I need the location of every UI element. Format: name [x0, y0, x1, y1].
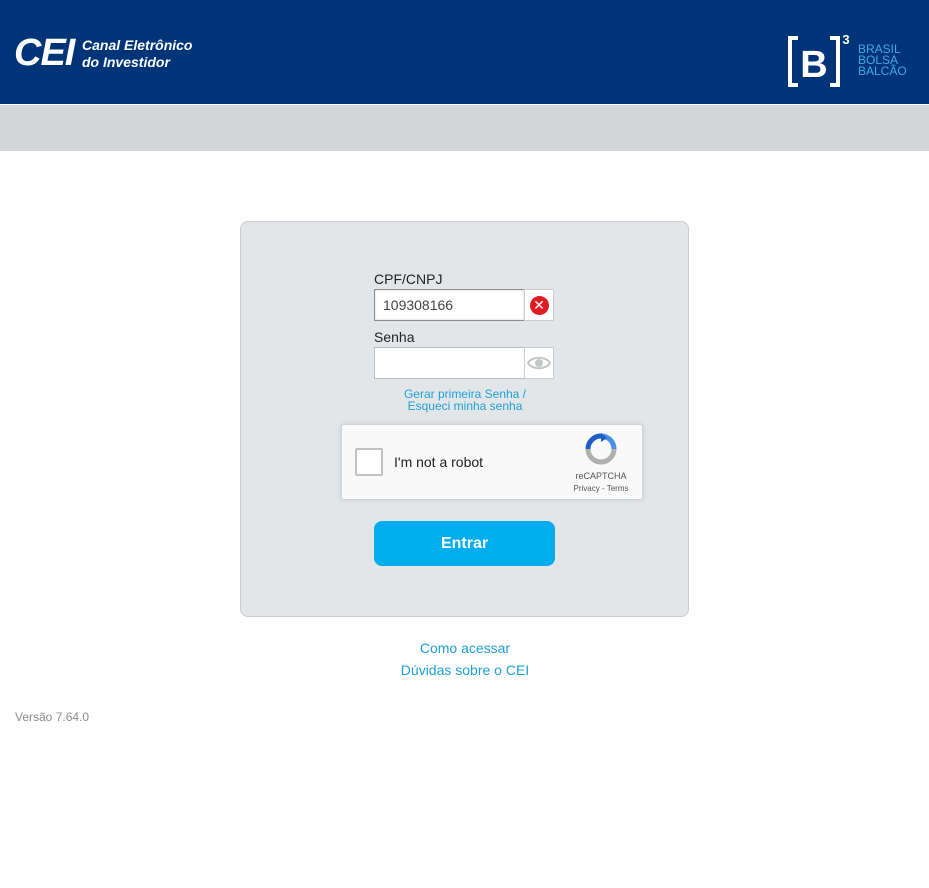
login-submit-button[interactable]: Entrar	[374, 521, 555, 566]
forgot-password-link[interactable]: Gerar primeira Senha / Esqueci minha sen…	[380, 388, 550, 412]
b3-bracket-icon: B 3	[788, 32, 850, 87]
sub-navigation-bar	[0, 105, 929, 151]
faq-link[interactable]: Dúvidas sobre o CEI	[315, 662, 615, 678]
how-to-access-link[interactable]: Como acessar	[315, 640, 615, 656]
recaptcha-brand: reCAPTCHA	[575, 471, 627, 481]
cei-logo: CEI	[14, 32, 75, 74]
recaptcha-privacy-link[interactable]: Privacy	[574, 484, 600, 493]
version-label: Versão 7.64.0	[15, 710, 90, 724]
recaptcha-logo-icon	[585, 433, 617, 465]
recaptcha-separator: -	[601, 484, 605, 493]
svg-text:3: 3	[842, 32, 849, 47]
password-input[interactable]	[374, 347, 525, 379]
recaptcha-links: Privacy - Terms	[564, 484, 638, 493]
clear-x-icon: ✕	[529, 295, 549, 315]
b3-line3: BALCÃO	[858, 64, 907, 78]
recaptcha-terms-link[interactable]: Terms	[607, 484, 629, 493]
cpf-label: CPF/CNPJ	[374, 271, 443, 287]
eye-icon	[527, 356, 551, 370]
top-header: CEI Canal Eletrônico do Investidor B 3 B…	[0, 0, 929, 104]
show-password-button[interactable]	[524, 347, 554, 379]
password-label: Senha	[374, 329, 415, 345]
cei-subtitle-line1: Canal Eletrônico	[82, 37, 193, 53]
cei-subtitle: Canal Eletrônico do Investidor	[82, 37, 192, 71]
b3-wordmark: BRASIL BOLSA BALCÃO	[858, 43, 907, 78]
b3-logo: B 3 BRASIL BOLSA BALCÃO	[786, 30, 916, 90]
recaptcha-widget: I'm not a robot reCAPTCHA Privacy - Term…	[341, 424, 643, 500]
clear-cpf-button[interactable]: ✕	[524, 289, 554, 321]
svg-text:B: B	[800, 44, 827, 86]
forgot-link-line2: Esqueci minha senha	[407, 399, 523, 413]
cpf-input[interactable]	[374, 289, 525, 321]
cei-subtitle-line2: do Investidor	[82, 54, 170, 70]
recaptcha-label: I'm not a robot	[394, 454, 484, 470]
recaptcha-checkbox[interactable]	[355, 448, 383, 476]
